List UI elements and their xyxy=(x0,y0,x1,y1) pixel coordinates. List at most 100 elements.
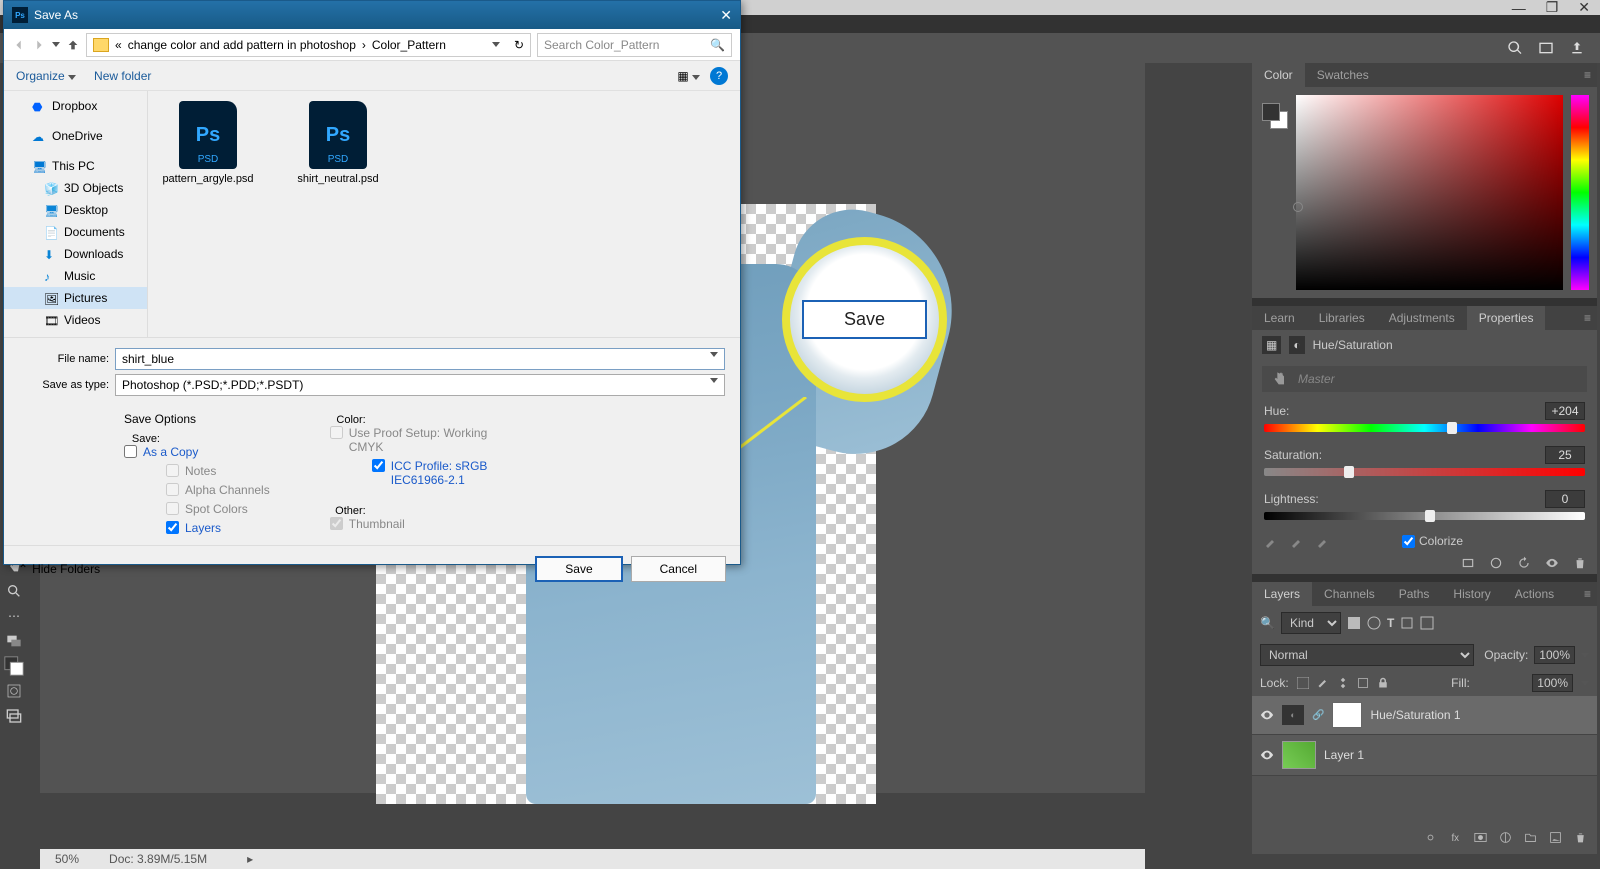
actions-tab[interactable]: Actions xyxy=(1503,582,1566,606)
lock-position-icon[interactable] xyxy=(1337,677,1349,689)
navigation-pane[interactable]: ⬣Dropbox ☁OneDrive 🖥This PC 🧊3D Objects … xyxy=(4,91,148,337)
hide-folders-button[interactable]: ⌃Hide Folders xyxy=(18,562,100,576)
saturation-slider[interactable] xyxy=(1264,468,1585,476)
properties-tab[interactable]: Properties xyxy=(1467,306,1546,330)
libraries-tab[interactable]: Libraries xyxy=(1307,306,1377,330)
panel-menu-icon[interactable]: ≡ xyxy=(1584,311,1597,325)
search-box[interactable]: Search Color_Pattern 🔍 xyxy=(537,33,732,57)
learn-tab[interactable]: Learn xyxy=(1252,306,1307,330)
eyedropper-icon[interactable] xyxy=(1264,534,1278,548)
filter-pixel-icon[interactable] xyxy=(1347,616,1361,630)
search-icon[interactable] xyxy=(1507,40,1523,56)
view-options-icon[interactable]: ▦ xyxy=(677,69,700,83)
adjustments-tab[interactable]: Adjustments xyxy=(1377,306,1467,330)
color-tab[interactable]: Color xyxy=(1252,63,1305,87)
delete-adjustment-icon[interactable] xyxy=(1573,556,1587,570)
cancel-button[interactable]: Cancel xyxy=(631,556,726,582)
layer-mask-thumb[interactable] xyxy=(1332,702,1362,728)
nav-3d-objects[interactable]: 🧊3D Objects xyxy=(4,177,147,199)
file-list[interactable]: PsPSD pattern_argyle.psd PsPSD shirt_neu… xyxy=(148,91,740,337)
layers-checkbox[interactable] xyxy=(166,521,179,534)
nav-documents[interactable]: 📄Documents xyxy=(4,221,147,243)
new-layer-icon[interactable] xyxy=(1549,831,1562,844)
filter-shape-icon[interactable] xyxy=(1400,616,1414,630)
layer-row[interactable]: ◐ 🔗 Hue/Saturation 1 xyxy=(1252,696,1597,735)
breadcrumb-segment[interactable]: Color_Pattern xyxy=(372,38,446,52)
panel-menu-icon[interactable]: ≡ xyxy=(1584,587,1597,601)
color-field[interactable] xyxy=(1296,95,1563,290)
reset-icon[interactable] xyxy=(1517,556,1531,570)
zoom-level[interactable]: 50% xyxy=(55,852,79,866)
colorize-checkbox[interactable] xyxy=(1402,535,1415,548)
file-name-input[interactable]: shirt_blue xyxy=(115,348,725,370)
delete-layer-icon[interactable] xyxy=(1574,831,1587,844)
nav-onedrive[interactable]: ☁OneDrive xyxy=(4,125,147,147)
swatches-tab[interactable]: Swatches xyxy=(1305,63,1381,87)
lock-all-icon[interactable] xyxy=(1377,677,1389,689)
screen-mode[interactable] xyxy=(3,705,25,727)
nav-videos[interactable]: 🎞Videos xyxy=(4,309,147,331)
targeted-adjustment-icon[interactable] xyxy=(1272,371,1288,387)
saturation-value-input[interactable] xyxy=(1545,446,1585,464)
eyedropper-plus-icon[interactable] xyxy=(1290,534,1304,548)
layer-name[interactable]: Hue/Saturation 1 xyxy=(1370,708,1460,722)
visibility-icon[interactable] xyxy=(1545,556,1559,570)
view-previous-icon[interactable] xyxy=(1489,556,1503,570)
channels-tab[interactable]: Channels xyxy=(1312,582,1387,606)
arrange-documents-icon[interactable] xyxy=(1538,40,1554,56)
new-folder-button[interactable]: New folder xyxy=(94,69,151,83)
as-copy-checkbox[interactable] xyxy=(124,445,137,458)
lightness-slider[interactable] xyxy=(1264,512,1585,520)
filter-type-icon[interactable]: T xyxy=(1387,616,1394,630)
organize-button[interactable]: Organize xyxy=(16,69,76,83)
master-dropdown[interactable]: Master xyxy=(1262,366,1587,392)
minimize-button[interactable]: — xyxy=(1512,0,1526,16)
close-dialog-button[interactable]: ✕ xyxy=(720,7,732,24)
hue-value-input[interactable] xyxy=(1545,402,1585,420)
paths-tab[interactable]: Paths xyxy=(1387,582,1442,606)
quick-mask[interactable] xyxy=(3,680,25,702)
nav-this-pc[interactable]: 🖥This PC xyxy=(4,155,147,177)
nav-downloads[interactable]: ⬇Downloads xyxy=(4,243,147,265)
lock-artboard-icon[interactable] xyxy=(1357,677,1369,689)
layer-row[interactable]: Layer 1 xyxy=(1252,735,1597,776)
group-icon[interactable] xyxy=(1524,831,1537,844)
hue-strip[interactable] xyxy=(1571,95,1589,290)
lock-pixels-icon[interactable] xyxy=(1317,677,1329,689)
lightness-value-input[interactable] xyxy=(1545,490,1585,508)
blend-mode-select[interactable]: Normal xyxy=(1260,644,1474,666)
color-swatches[interactable] xyxy=(3,655,25,677)
dialog-titlebar[interactable]: Ps Save As ✕ xyxy=(4,1,740,29)
nav-music[interactable]: ♪Music xyxy=(4,265,147,287)
maximize-button[interactable]: ❐ xyxy=(1546,0,1559,16)
help-icon[interactable]: ? xyxy=(710,67,728,85)
file-item[interactable]: PsPSD pattern_argyle.psd xyxy=(158,101,258,185)
nav-desktop[interactable]: 🖥Desktop xyxy=(4,199,147,221)
icc-checkbox[interactable] xyxy=(372,459,385,472)
eyedropper-minus-icon[interactable] xyxy=(1316,534,1330,548)
save-type-select[interactable]: Photoshop (*.PSD;*.PDD;*.PSDT) xyxy=(115,374,725,396)
layer-mask-icon[interactable] xyxy=(1474,831,1487,844)
fill-value[interactable]: 100% xyxy=(1532,674,1573,692)
history-dropdown-icon[interactable] xyxy=(52,42,60,47)
link-layers-icon[interactable] xyxy=(1424,831,1437,844)
up-icon[interactable] xyxy=(66,38,80,52)
more-tools[interactable]: ⋯ xyxy=(3,605,25,627)
share-icon[interactable] xyxy=(1569,40,1585,56)
forward-icon[interactable] xyxy=(32,38,46,52)
close-app-button[interactable]: ✕ xyxy=(1578,0,1590,16)
clip-icon[interactable] xyxy=(1461,556,1475,570)
layer-filter-kind[interactable]: Kind xyxy=(1281,612,1341,634)
breadcrumb-ellipsis[interactable]: « xyxy=(115,38,122,52)
history-tab[interactable]: History xyxy=(1441,582,1502,606)
layer-style-icon[interactable]: fx xyxy=(1449,831,1462,844)
layer-thumb[interactable] xyxy=(1282,741,1316,769)
file-item[interactable]: PsPSD shirt_neutral.psd xyxy=(288,101,388,185)
visibility-toggle-icon[interactable] xyxy=(1260,748,1274,762)
back-icon[interactable] xyxy=(12,38,26,52)
layer-name[interactable]: Layer 1 xyxy=(1324,748,1364,762)
lock-transparent-icon[interactable] xyxy=(1297,677,1309,689)
nav-dropbox[interactable]: ⬣Dropbox xyxy=(4,95,147,117)
breadcrumb-segment[interactable]: change color and add pattern in photosho… xyxy=(128,38,356,52)
save-button[interactable]: Save xyxy=(535,556,622,582)
